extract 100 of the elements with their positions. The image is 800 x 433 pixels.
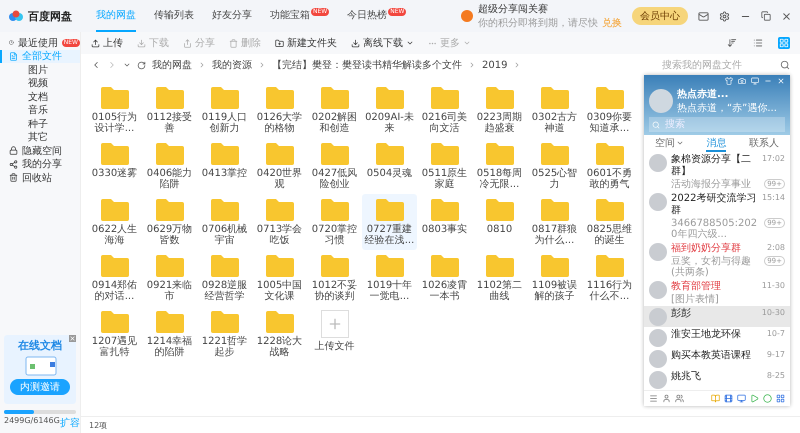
nav-tab[interactable]: 好友分享 [212,0,252,32]
restore-icon[interactable] [761,11,771,21]
folder-item[interactable]: 1102第二曲线 [472,250,527,306]
breadcrumb-link[interactable]: 我的资源 [212,58,252,72]
folder-icon [484,142,514,165]
sort-icon[interactable] [726,37,738,49]
folder-item[interactable]: 0727重建经验在浅... [362,194,417,250]
folder-item[interactable]: 0202解困和创造 [307,82,362,138]
sidebar-item[interactable]: 图片 [0,63,80,76]
apps-icon[interactable] [776,394,785,403]
chat-item[interactable]: 购买本教英语课程 9-17 [644,348,790,369]
folder-item[interactable]: 0223周期趋盛衰 [472,82,527,138]
folder-item[interactable]: 0420世界观 [252,138,307,194]
share-icon [183,38,192,48]
chat-tab[interactable]: 空间 [655,135,684,152]
folder-item[interactable]: 0302古方神道 [527,82,582,138]
folder-item[interactable]: 0330迷雾 [87,138,142,194]
chat-item[interactable]: 淮安王地龙环保 10-7 [644,327,790,348]
folder-item[interactable]: 0413掌控 [197,138,252,194]
folder-item[interactable]: 0921来临市 [142,250,197,306]
folder-item[interactable]: 1214幸福的陷阱 [142,306,197,362]
toolbar-button[interactable]: 上传 [91,36,123,50]
folder-item[interactable]: 0622人生海海 [87,194,142,250]
menu-icon[interactable] [649,394,658,403]
folder-item[interactable]: 0105行为设计学... [87,82,142,138]
chat-item[interactable]: 教育部管理 11-30 [图片表情] [644,279,790,306]
upload-item[interactable]: 上传文件 [307,306,362,362]
sidebar-item[interactable]: 种子 [0,117,80,130]
folder-item[interactable]: 1207遇见富扎特 [87,306,142,362]
folder-item[interactable]: 0112接受善 [142,82,197,138]
refresh-icon[interactable] [137,60,146,70]
folder-item[interactable]: 1228论大战略 [252,306,307,362]
breadcrumb-link[interactable]: 2019 [482,60,508,70]
sidebar-item[interactable]: 音乐 [0,104,80,117]
camera-icon[interactable] [738,77,746,85]
chat-search-input[interactable]: 搜索 [663,118,782,131]
shirt-icon[interactable] [725,77,733,85]
settings-icon[interactable] [719,10,730,22]
folder-item[interactable]: 0601不勇敢的勇气 [582,138,637,194]
upload-tile[interactable] [320,310,348,338]
folder-item[interactable]: 1019十年一觉电... [362,250,417,306]
folder-item[interactable]: 0216司美向文活 [417,82,472,138]
users-icon[interactable] [675,394,684,403]
ad-close-button[interactable] [69,335,76,342]
folder-item[interactable]: 0914郑佑的对话... [87,250,142,306]
folder-item[interactable]: 0720掌控习惯 [307,194,362,250]
folder-item[interactable]: 1026凌霄一本书 [417,250,472,306]
breadcrumb-link[interactable]: 【完结】樊登：樊登读书精华解读多个文件 [272,58,462,72]
folder-item[interactable]: 0810 [472,194,527,250]
vip-button[interactable]: 会员中心 [632,7,688,25]
chat-item[interactable]: 彭彭 10-30 [644,306,790,327]
search-field[interactable]: 搜索我的网盘文件 [660,58,790,72]
folder-item[interactable]: 1109被误解的孩子 [527,250,582,306]
play-icon[interactable] [750,394,759,403]
sidebar-item[interactable]: 隐藏空间 [0,144,80,158]
breadcrumb-link[interactable]: 我的网盘 [152,58,192,72]
chat-tab[interactable]: 消息 [706,135,726,152]
film-icon[interactable] [724,394,733,403]
folder-item[interactable]: 0511原生家庭 [417,138,472,194]
circle-icon[interactable] [763,394,772,403]
folder-item[interactable]: 1221哲学起步 [197,306,252,362]
sidebar-item[interactable]: 视频 [0,76,80,90]
close-icon[interactable] [777,77,785,85]
folder-item[interactable]: 0518每周冷无限... [472,138,527,194]
nav-tab[interactable]: 传输列表 [154,0,194,32]
folder-item[interactable]: 0803事实 [417,194,472,250]
folder-item[interactable]: 1005中国文化课 [252,250,307,306]
folder-item[interactable]: 1116行为什么不... [582,250,637,306]
chat-search-field[interactable]: 搜索 [649,117,785,132]
sidebar-item[interactable]: 文档 [0,90,80,104]
sidebar-item[interactable]: 我的分享 [0,158,80,171]
chat-tab[interactable]: 联系人 [748,135,779,152]
monitor-icon[interactable] [751,77,759,85]
folder-item[interactable]: 0209AI-未来 [362,82,417,138]
folder-item[interactable]: 0928逆服经营哲学 [197,250,252,306]
sidebar-item[interactable]: 回收站 [0,171,80,184]
folder-item[interactable]: 0825思维的诞生 [582,194,637,250]
mail-icon[interactable] [698,10,709,22]
folder-item[interactable]: 1012不妥协的谈判 [307,250,362,306]
folder-item[interactable]: 0817群狼为什么... [527,194,582,250]
folder-item[interactable]: 0706机械宇宙 [197,194,252,250]
grid-view-icon[interactable] [778,37,790,49]
folder-item[interactable]: 0427低风险创业 [307,138,362,194]
folder-item[interactable]: 0119人口创新力 [197,82,252,138]
toolbar-button[interactable]: 离线下载 [351,36,414,50]
folder-item[interactable]: 0309你要知道承... [582,82,637,138]
chat-item[interactable]: 姚兆飞 8-25 [644,369,790,390]
folder-item[interactable]: 0126大学的格物 [252,82,307,138]
close-icon[interactable] [781,10,792,22]
avatar-placeholder [649,308,667,326]
user-icon[interactable] [662,394,671,403]
folder-item[interactable]: 0504灵魂 [362,138,417,194]
folder-item[interactable]: 0713学会吃饭 [252,194,307,250]
history-icon[interactable] [123,61,131,69]
monitor-icon[interactable] [737,394,746,403]
sidebar-item[interactable]: 其它 [0,130,80,144]
folder-item[interactable]: 0406能力陷阱 [142,138,197,194]
folder-item[interactable]: 0629万物皆数 [142,194,197,250]
folder-item[interactable]: 0525心智力 [527,138,582,194]
toolbar-button[interactable]: 新建文件夹 [275,36,337,50]
